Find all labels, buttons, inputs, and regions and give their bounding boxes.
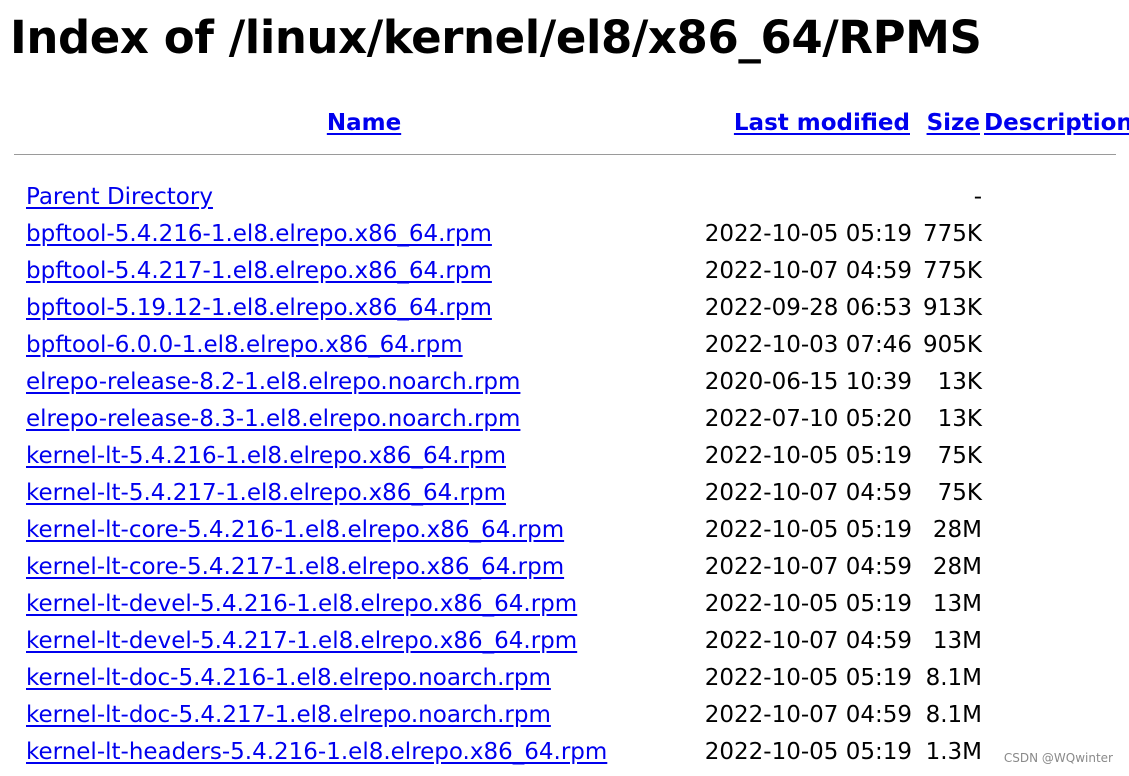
file-last-modified: 2022-10-07 04:59 xyxy=(702,770,912,776)
file-size: 8.1M xyxy=(925,701,982,728)
file-link[interactable]: elrepo-release-8.3-1.el8.elrepo.noarch.r… xyxy=(26,406,520,432)
header-divider xyxy=(14,154,1116,155)
description-column-header: Description xyxy=(982,102,1129,144)
file-description xyxy=(982,400,1116,437)
page-title: Index of /linux/kernel/el8/x86_64/RPMS xyxy=(10,11,982,64)
file-last-modified: 2022-07-10 05:20 xyxy=(704,405,912,432)
file-link[interactable]: kernel-lt-core-5.4.216-1.el8.elrepo.x86_… xyxy=(26,517,564,543)
file-row: bpftool-5.19.12-1.el8.elrepo.x86_64.rpm 2… xyxy=(14,289,1116,326)
file-last-modified: 2022-10-07 04:59 xyxy=(704,553,912,580)
file-last-modified: 2022-10-05 05:19 xyxy=(704,442,912,469)
file-size: 775K xyxy=(923,220,982,247)
file-description xyxy=(982,289,1116,326)
file-row: kernel-lt-core-5.4.217-1.el8.elrepo.x86_… xyxy=(14,548,1116,585)
file-row: bpftool-5.4.216-1.el8.elrepo.x86_64.rpm 2… xyxy=(14,215,1116,252)
file-size: 13K xyxy=(937,405,982,432)
file-link[interactable]: kernel-lt-doc-5.4.217-1.el8.elrepo.noarc… xyxy=(26,702,551,728)
file-size: 913K xyxy=(923,294,982,321)
file-row: kernel-lt-5.4.216-1.el8.elrepo.x86_64.rp… xyxy=(14,437,1116,474)
file-last-modified: 2022-10-05 05:19 xyxy=(704,220,912,247)
file-row: elrepo-release-8.3-1.el8.elrepo.noarch.r… xyxy=(14,400,1116,437)
icon-column-header xyxy=(14,102,26,144)
file-link[interactable]: bpftool-5.19.12-1.el8.elrepo.x86_64.rpm xyxy=(26,295,492,321)
file-size: 905K xyxy=(923,331,982,358)
file-size: 28M xyxy=(932,553,982,580)
file-description xyxy=(982,770,1116,776)
file-row: kernel-lt-doc-5.4.217-1.el8.elrepo.noarc… xyxy=(14,696,1116,733)
file-size: 775K xyxy=(923,257,982,284)
file-link[interactable]: bpftool-6.0.0-1.el8.elrepo.x86_64.rpm xyxy=(26,332,463,358)
separator-row xyxy=(14,144,1116,178)
file-link[interactable]: bpftool-5.4.216-1.el8.elrepo.x86_64.rpm xyxy=(26,221,492,247)
file-description xyxy=(982,696,1116,733)
parent-directory-link[interactable]: Parent Directory xyxy=(26,184,213,210)
file-row: kernel-lt-core-5.4.216-1.el8.elrepo.x86_… xyxy=(14,511,1116,548)
file-link[interactable]: kernel-lt-devel-5.4.217-1.el8.elrepo.x86… xyxy=(26,628,577,654)
file-description xyxy=(982,437,1116,474)
parent-size: - xyxy=(973,183,982,210)
file-description xyxy=(982,252,1116,289)
file-last-modified: 2022-10-07 04:59 xyxy=(704,627,912,654)
file-description xyxy=(982,326,1116,363)
file-link[interactable]: kernel-lt-doc-5.4.216-1.el8.elrepo.noarc… xyxy=(26,665,551,691)
file-size: 28M xyxy=(932,516,982,543)
file-link[interactable]: kernel-lt-core-5.4.217-1.el8.elrepo.x86_… xyxy=(26,554,564,580)
file-last-modified: 2020-06-15 10:39 xyxy=(704,368,912,395)
last-modified-column-header: Last modified xyxy=(702,102,912,144)
file-link[interactable]: bpftool-5.4.217-1.el8.elrepo.x86_64.rpm xyxy=(26,258,492,284)
file-size: 75K xyxy=(937,442,982,469)
file-size: 8.1M xyxy=(925,664,982,691)
file-size: 13M xyxy=(932,627,982,654)
sort-by-name-link[interactable]: Name xyxy=(327,110,401,136)
file-link[interactable]: kernel-lt-5.4.216-1.el8.elrepo.x86_64.rp… xyxy=(26,443,506,469)
file-link[interactable]: elrepo-release-8.2-1.el8.elrepo.noarch.r… xyxy=(26,369,520,395)
file-row: bpftool-5.4.217-1.el8.elrepo.x86_64.rpm 2… xyxy=(14,252,1116,289)
file-link[interactable]: kernel-lt-headers-5.4.216-1.el8.elrepo.x… xyxy=(26,739,607,765)
file-size: 75K xyxy=(937,479,982,506)
file-link[interactable]: kernel-lt-5.4.217-1.el8.elrepo.x86_64.rp… xyxy=(26,480,506,506)
name-column-header: Name xyxy=(26,102,702,144)
file-last-modified: 2022-10-07 04:59 xyxy=(704,479,912,506)
file-row: kernel-lt-devel-5.4.216-1.el8.elrepo.x86… xyxy=(14,585,1116,622)
header-row: Name Last modified Size Description xyxy=(14,102,1129,144)
file-last-modified: 2022-10-05 05:19 xyxy=(704,516,912,543)
file-description xyxy=(982,622,1116,659)
file-description xyxy=(982,363,1116,400)
file-row: kernel-lt-doc-5.4.216-1.el8.elrepo.noarc… xyxy=(14,659,1116,696)
sort-by-description-link[interactable]: Description xyxy=(984,110,1129,136)
file-last-modified: 2022-10-05 05:19 xyxy=(704,738,912,765)
sort-by-last-modified-link[interactable]: Last modified xyxy=(734,110,910,136)
file-description xyxy=(982,659,1116,696)
file-last-modified: 2022-10-05 05:19 xyxy=(704,664,912,691)
size-column-header: Size xyxy=(912,102,982,144)
file-link[interactable]: kernel-lt-devel-5.4.216-1.el8.elrepo.x86… xyxy=(26,591,577,617)
file-row: kernel-lt-headers-5.4.216-1.el8.elrepo.x… xyxy=(14,733,1116,770)
file-row: kernel-lt-5.4.217-1.el8.elrepo.x86_64.rp… xyxy=(14,474,1116,511)
file-description xyxy=(982,548,1116,585)
file-last-modified: 2022-10-05 05:19 xyxy=(704,590,912,617)
file-last-modified: 2022-10-03 07:46 xyxy=(704,331,912,358)
file-row: kernel-lt-headers-5.4.217-1.el8.elrepo.x… xyxy=(14,770,1116,776)
file-last-modified: 2022-10-07 04:59 xyxy=(704,701,912,728)
sort-by-size-link[interactable]: Size xyxy=(927,110,980,136)
file-description xyxy=(982,585,1116,622)
parent-directory-row: Parent Directory - xyxy=(14,178,1116,215)
directory-listing-table: Name Last modified Size Description Pare… xyxy=(14,102,1129,776)
watermark: CSDN @WQwinter xyxy=(1003,751,1113,765)
file-row: elrepo-release-8.2-1.el8.elrepo.noarch.r… xyxy=(14,363,1116,400)
file-row: kernel-lt-devel-5.4.217-1.el8.elrepo.x86… xyxy=(14,622,1116,659)
file-description xyxy=(982,474,1116,511)
file-row: bpftool-6.0.0-1.el8.elrepo.x86_64.rpm 202… xyxy=(14,326,1116,363)
file-last-modified: 2022-10-07 04:59 xyxy=(704,257,912,284)
file-description xyxy=(982,511,1116,548)
file-description xyxy=(982,215,1116,252)
file-size: 13M xyxy=(932,590,982,617)
file-size: 13K xyxy=(937,368,982,395)
file-last-modified: 2022-09-28 06:53 xyxy=(704,294,912,321)
file-size: 1.3M xyxy=(925,738,982,765)
file-size: 1.3M xyxy=(912,770,982,776)
